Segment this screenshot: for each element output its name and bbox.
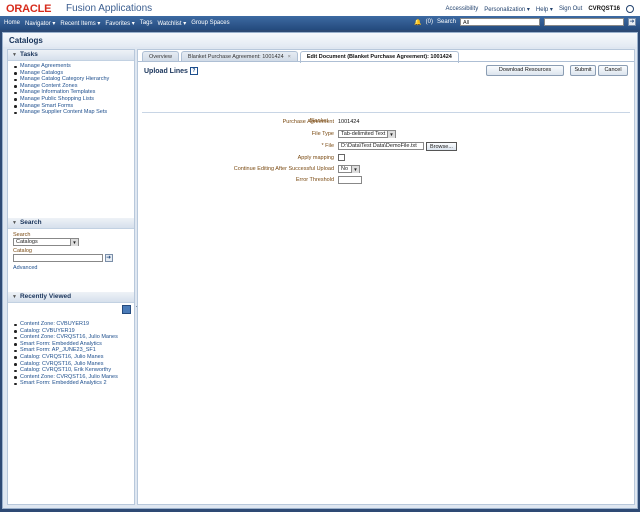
advanced-search-link[interactable]: Advanced	[13, 265, 134, 271]
recent-item[interactable]: Catalog: CVBUYER19	[14, 328, 134, 335]
task-link[interactable]: Manage Catalogs	[14, 70, 134, 77]
tasks-list: Manage Agreements Manage Catalogs Manage…	[8, 63, 134, 116]
submit-button[interactable]: Submit	[570, 65, 596, 76]
chevron-down-icon: ▼	[70, 239, 78, 246]
recent-item[interactable]: Content Zone: CVRQST16, Julio Manes	[14, 374, 134, 381]
file-label: * File	[321, 143, 334, 149]
app-name: Fusion Applications	[66, 3, 153, 14]
nav-watchlist[interactable]: Watchlist ▾	[157, 20, 186, 27]
workarea: Catalogs ▼ Tasks Manage Agreements Manage…	[2, 32, 638, 509]
recent-item[interactable]: Content Zone: CVRQST16, Julio Manes	[14, 334, 134, 341]
apply-mapping-label: Apply mapping	[297, 155, 334, 161]
signout-link[interactable]: Sign Out	[559, 6, 582, 12]
notification-count[interactable]: (0)	[426, 19, 433, 25]
search-type-select[interactable]: Catalogs ▼	[13, 238, 79, 246]
collapse-triangle-icon[interactable]: ▼	[12, 294, 17, 300]
recent-item[interactable]: Smart Form: Embedded Analytics 2	[14, 380, 134, 387]
global-header: ORACLE Fusion Applications Accessibility…	[0, 0, 640, 16]
collapse-triangle-icon[interactable]: ▼	[12, 52, 17, 58]
recent-item[interactable]: Smart Form: AP_JUNE23_SF1	[14, 347, 134, 354]
search-panel: ▼ Search Search Catalogs ▼ Catalog ➜ Advan…	[8, 218, 134, 288]
recent-item[interactable]: Catalog: CVRQST16, Julio Manes	[14, 361, 134, 368]
oracle-logo: ORACLE	[6, 3, 52, 15]
search-header[interactable]: ▼ Search	[8, 218, 134, 229]
upload-lines-title: Upload Lines?	[144, 67, 198, 75]
task-link[interactable]: Manage Smart Forms	[14, 103, 134, 110]
section-divider	[142, 112, 630, 113]
nav-tags[interactable]: Tags	[140, 20, 153, 27]
nav-recent-items[interactable]: Recent Items ▾	[60, 20, 100, 27]
notification-icon[interactable]: 🔔	[414, 19, 421, 26]
help-menu[interactable]: Help ▾	[536, 6, 553, 13]
search-go-icon[interactable]: ➜	[628, 18, 636, 26]
task-link[interactable]: Manage Public Shopping Lists	[14, 96, 134, 103]
tasks-panel: ▼ Tasks Manage Agreements Manage Catalogs…	[8, 50, 134, 190]
nav-group-spaces[interactable]: Group Spaces	[191, 20, 229, 27]
recent-list: Content Zone: CVBUYER19 Catalog: CVBUYER…	[8, 321, 134, 387]
global-links: Accessibility Personalization ▾ Help ▾ S…	[446, 5, 634, 13]
cancel-button[interactable]: Cancel	[598, 65, 628, 76]
recent-item[interactable]: Smart Form: Embedded Analytics	[14, 341, 134, 348]
page-title: Catalogs	[9, 36, 43, 45]
regional-panel: ▼ Tasks Manage Agreements Manage Catalogs…	[7, 49, 135, 505]
recent-item[interactable]: Catalog: CVRQST10, Erik Kenworthy	[14, 367, 134, 374]
file-type-select[interactable]: Tab-delimited Text ▼	[338, 130, 396, 138]
recent-item[interactable]: Catalog: CVRQST16, Julio Manes	[14, 354, 134, 361]
browse-button[interactable]: Browse...	[426, 142, 457, 151]
user-name: CVRQST16	[588, 6, 620, 12]
error-threshold-input[interactable]	[338, 176, 362, 184]
global-search-input[interactable]	[544, 18, 624, 26]
personalization-menu[interactable]: Personalization ▾	[484, 6, 530, 13]
task-link[interactable]: Manage Supplier Content Map Sets	[14, 109, 134, 116]
refresh-icon[interactable]	[122, 305, 131, 314]
nav-navigator[interactable]: Navigator ▾	[25, 20, 55, 27]
main-content: Overview Blanket Purchase Agreement: 100…	[137, 49, 635, 505]
recent-header[interactable]: ▼ Recently Viewed	[8, 292, 134, 303]
nav-search: 🔔 (0) Search All ➜	[414, 18, 636, 26]
collapse-triangle-icon[interactable]: ▼	[12, 220, 17, 226]
continue-editing-select[interactable]: No ▼	[338, 165, 360, 173]
task-link[interactable]: Manage Agreements	[14, 63, 134, 70]
accessibility-link[interactable]: Accessibility	[446, 6, 479, 12]
help-icon[interactable]: ?	[189, 67, 198, 75]
search-go-icon[interactable]: ➜	[104, 254, 113, 262]
continue-editing-label: Continue Editing After Successful Upload	[233, 166, 334, 172]
close-icon[interactable]: ×	[288, 54, 291, 60]
chevron-down-icon: ▼	[387, 131, 395, 138]
search-label: Search	[436, 19, 456, 25]
document-tabs: Overview Blanket Purchase Agreement: 100…	[142, 51, 459, 63]
nav-bar: Home Navigator ▾ Recent Items ▾ Favorite…	[0, 16, 640, 30]
task-link[interactable]: Manage Content Zones	[14, 83, 134, 90]
download-resources-button[interactable]: Download Resources	[486, 65, 564, 76]
chevron-down-icon: ▼	[351, 166, 359, 173]
recent-item[interactable]: Content Zone: CVBUYER19	[14, 321, 134, 328]
nav-home[interactable]: Home	[4, 20, 20, 27]
file-path-input[interactable]: D:\Data\Test Data\DemoFile.txt	[338, 142, 424, 150]
catalog-search-input[interactable]	[13, 254, 103, 262]
tab-divider	[138, 61, 634, 62]
agreement-label: Purchase Agreement	[282, 119, 334, 125]
recently-viewed-panel: ▼ Recently Viewed Content Zone: CVBUYER19…	[8, 292, 134, 432]
error-threshold-label: Error Threshold	[295, 177, 334, 183]
apply-mapping-checkbox[interactable]	[338, 154, 345, 161]
task-link[interactable]: Manage Information Templates	[14, 89, 134, 96]
tasks-header[interactable]: ▼ Tasks	[8, 50, 134, 61]
nav-items: Home Navigator ▾ Recent Items ▾ Favorite…	[4, 20, 230, 27]
agreement-value: 1001424	[338, 119, 360, 125]
search-scope-select[interactable]: All	[460, 18, 540, 26]
nav-favorites[interactable]: Favorites ▾	[105, 20, 134, 27]
task-link[interactable]: Manage Catalog Category Hierarchy	[14, 76, 134, 83]
page-header: Catalogs	[3, 33, 637, 47]
file-type-label: File Type	[311, 131, 334, 137]
user-status-icon	[626, 5, 634, 13]
